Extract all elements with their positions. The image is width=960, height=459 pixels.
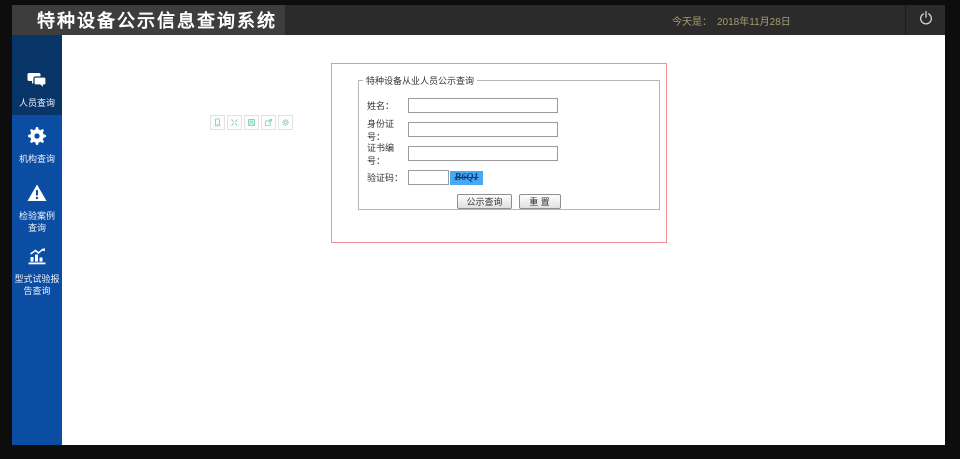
sidebar-item-label-line2: 告查询 — [23, 286, 51, 296]
reset-button[interactable]: 重 置 — [518, 194, 561, 209]
sidebar-item-personnel-query[interactable]: 人员查询 — [12, 63, 62, 115]
public-query-button[interactable]: 公示查询 — [457, 194, 512, 209]
captcha-input[interactable] — [408, 170, 449, 185]
settings-gear-icon[interactable] — [278, 115, 293, 130]
brand-area: 特种设备公示信息查询系统 — [12, 5, 285, 35]
id-number-label: 身份证号： — [367, 118, 395, 142]
mobile-icon[interactable] — [210, 115, 225, 130]
app-window: 特种设备公示信息查询系统 今天是： 2018年11月28日 人员查询 机构查询 … — [12, 5, 945, 445]
sidebar-item-label: 型式试验报 — [14, 274, 60, 284]
save-icon[interactable] — [244, 115, 259, 130]
certificate-number-input[interactable] — [408, 146, 558, 161]
gear-icon — [14, 125, 60, 152]
name-input[interactable] — [408, 98, 558, 113]
id-number-input[interactable] — [408, 122, 558, 137]
sidebar-nav: 人员查询 机构查询 检验案例 查询 型式试验报 告查询 — [12, 35, 62, 445]
sidebar-item-label-line2: 查询 — [27, 223, 46, 233]
header-bar: 特种设备公示信息查询系统 今天是： 2018年11月28日 — [12, 5, 945, 35]
id-number-row: 身份证号： — [367, 119, 659, 142]
sidebar-item-label: 人员查询 — [18, 98, 55, 108]
expand-icon[interactable] — [227, 115, 242, 130]
mini-toolbar — [210, 115, 293, 130]
main-area: 人员查询 机构查询 检验案例 查询 型式试验报 告查询 特种设备从业人员公示查询… — [12, 35, 945, 445]
bar-chart-icon — [14, 245, 60, 272]
logout-button[interactable] — [905, 5, 945, 35]
name-label: 姓名： — [367, 101, 395, 111]
date-value: 2018年11月28日 — [717, 16, 791, 28]
certificate-number-row: 证书编号： — [367, 143, 659, 166]
personnel-query-fieldset: 特种设备从业人员公示查询 姓名： 身份证号： 证书编号： 验证码： B6Q1 公… — [358, 74, 660, 210]
sidebar-item-organization-query[interactable]: 机构查询 — [12, 119, 62, 176]
name-row: 姓名： — [367, 98, 659, 113]
certificate-number-label: 证书编号： — [367, 142, 395, 166]
sidebar-item-inspection-case-query[interactable]: 检验案例 查询 — [12, 176, 62, 239]
page-title: 特种设备公示信息查询系统 — [37, 11, 277, 31]
query-panel: 特种设备从业人员公示查询 姓名： 身份证号： 证书编号： 验证码： B6Q1 公… — [331, 63, 667, 243]
captcha-row: 验证码： B6Q1 — [367, 170, 659, 185]
power-icon — [918, 10, 934, 31]
sidebar-top-spacer — [12, 35, 62, 63]
chat-bubbles-icon — [14, 69, 60, 96]
warning-triangle-icon — [14, 182, 60, 209]
external-link-icon[interactable] — [261, 115, 276, 130]
sidebar-item-type-test-report-query[interactable]: 型式试验报 告查询 — [12, 239, 62, 302]
button-row: 公示查询 重 置 — [359, 194, 659, 209]
sidebar-item-label: 检验案例 — [18, 211, 55, 221]
captcha-image[interactable]: B6Q1 — [450, 170, 483, 185]
captcha-label: 验证码： — [367, 173, 404, 183]
date-label: 今天是： — [672, 16, 712, 28]
current-date: 今天是： 2018年11月28日 — [672, 5, 791, 35]
fieldset-legend: 特种设备从业人员公示查询 — [366, 76, 475, 86]
sidebar-item-label: 机构查询 — [18, 154, 55, 164]
content-area: 特种设备从业人员公示查询 姓名： 身份证号： 证书编号： 验证码： B6Q1 公… — [62, 35, 945, 445]
